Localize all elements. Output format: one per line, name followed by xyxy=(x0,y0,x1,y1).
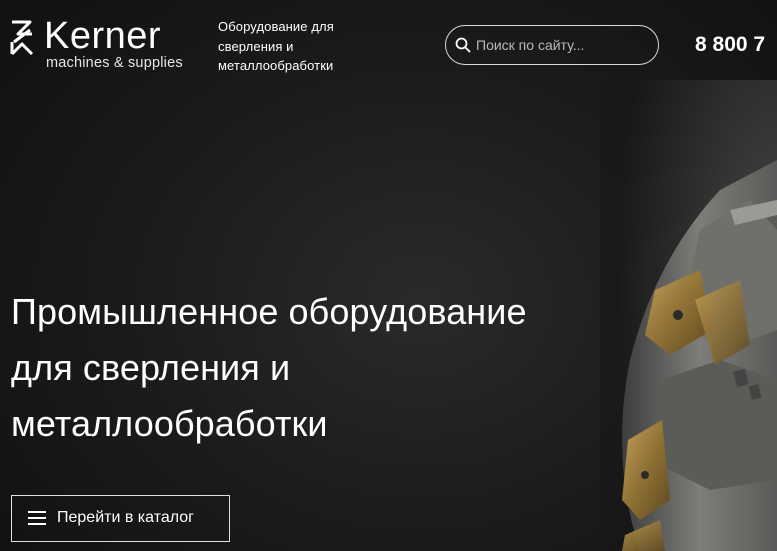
search-box xyxy=(445,25,659,65)
brand-subtitle: machines & supplies xyxy=(46,55,183,71)
page: Kerner machines & supplies Оборудование … xyxy=(0,0,777,551)
search-icon[interactable] xyxy=(455,37,471,53)
site-header: Kerner machines & supplies Оборудование … xyxy=(0,0,777,95)
catalog-button[interactable]: Перейти в каталог xyxy=(11,495,230,542)
hero-title-line: Промышленное оборудование xyxy=(11,291,527,332)
search-input[interactable] xyxy=(476,26,652,63)
brand-name: Kerner xyxy=(44,15,162,57)
logo[interactable]: Kerner machines & supplies xyxy=(10,14,192,74)
brand-tagline: Оборудование для сверления и металлообра… xyxy=(218,17,388,76)
tagline-line: сверления и xyxy=(218,38,294,54)
hero-title-line: металлообработки xyxy=(11,403,328,444)
hero-tool-image xyxy=(600,80,777,551)
burger-menu-icon xyxy=(28,511,46,525)
tagline-line: металлообработки xyxy=(218,58,334,73)
hero-title-line: для сверления и xyxy=(11,347,291,388)
tagline-line: Оборудование для xyxy=(218,19,334,34)
phone-number[interactable]: 8 800 7 xyxy=(695,32,765,58)
hero-title: Промышленное оборудование для сверления … xyxy=(11,284,611,452)
kerner-logo-icon xyxy=(10,20,34,56)
catalog-button-label: Перейти в каталог xyxy=(57,509,194,526)
